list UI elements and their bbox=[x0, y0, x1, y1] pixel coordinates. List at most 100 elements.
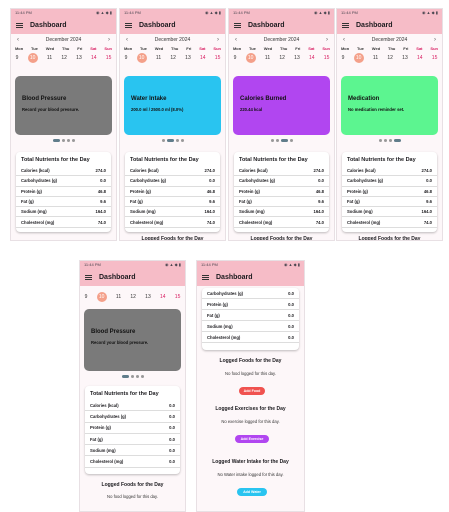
status-icons: ◉ ▲ ◆ ▮ bbox=[421, 10, 438, 15]
weekday-row: Mon Tue Wed Thu Fri Sat Sun bbox=[337, 45, 442, 52]
nutrient-value: 46.8 bbox=[206, 188, 215, 194]
nutrient-row: Sodium (mg) 164.0 bbox=[125, 207, 220, 218]
nutrient-label: Calories (kcal) bbox=[90, 402, 119, 408]
weekday-label: Mon bbox=[14, 46, 24, 51]
nutrient-value: 0.0 bbox=[169, 425, 175, 431]
weekday-label: Tue bbox=[249, 46, 256, 51]
date-item[interactable]: 15 bbox=[324, 55, 330, 61]
date-item[interactable]: 9 bbox=[125, 55, 128, 61]
app-title: Dashboard bbox=[356, 22, 393, 29]
chevron-left-icon[interactable]: ‹ bbox=[126, 37, 128, 43]
date-item[interactable]: 13 bbox=[294, 55, 300, 61]
nutrient-value: 46.8 bbox=[315, 188, 324, 194]
nutrient-row: Carbohydrates (g) 0.0 bbox=[202, 288, 299, 299]
nutrients-card: Total Nutrients for the Day Calories (kca… bbox=[342, 152, 437, 232]
date-item[interactable]: 15 bbox=[175, 294, 181, 300]
summary-banner[interactable]: Blood Pressure Record your blood pressure… bbox=[15, 76, 112, 135]
date-row: 9 10 11 12 13 14 15 bbox=[11, 52, 116, 64]
add-water-button[interactable]: Add Water bbox=[237, 488, 267, 496]
date-item[interactable]: 12 bbox=[279, 55, 285, 61]
indicator-dot bbox=[71, 139, 75, 142]
add-food-button[interactable]: Add Food bbox=[239, 387, 265, 395]
date-item[interactable]: 12 bbox=[170, 55, 176, 61]
logged-water-title: Logged Water Intake for the Day bbox=[212, 459, 289, 465]
date-item[interactable]: 13 bbox=[145, 294, 151, 300]
date-item[interactable]: 11 bbox=[47, 55, 52, 61]
month-selector: ‹ December 2024 › bbox=[120, 34, 225, 45]
date-item[interactable]: 12 bbox=[130, 294, 136, 300]
chevron-left-icon[interactable]: ‹ bbox=[343, 37, 345, 43]
nutrient-label: Carbohydrates (g) bbox=[90, 413, 127, 419]
weekday-label: Mon bbox=[123, 46, 133, 51]
menu-icon[interactable] bbox=[234, 23, 241, 28]
summary-banner[interactable]: Water Intake 200.0 ml / 2500.0 ml (8.0%) bbox=[124, 76, 221, 135]
date-item[interactable]: 12 bbox=[387, 55, 393, 61]
chevron-right-icon[interactable]: › bbox=[217, 37, 219, 43]
app-title: Dashboard bbox=[99, 274, 136, 281]
logged-foods-title: Logged Foods for the Day bbox=[219, 358, 282, 364]
date-item[interactable]: 9 bbox=[342, 55, 345, 61]
nutrient-value: 0.0 bbox=[288, 334, 294, 340]
date-item[interactable]: 14 bbox=[160, 294, 166, 300]
date-row: 9 10 11 12 13 14 15 bbox=[229, 52, 334, 64]
weekday-label: Tue bbox=[357, 46, 364, 51]
indicator-dot bbox=[180, 139, 184, 142]
page-indicator bbox=[52, 139, 75, 142]
date-item[interactable]: 14 bbox=[417, 55, 423, 61]
add-exercise-button[interactable]: Add Exercise bbox=[235, 435, 269, 443]
app-title: Dashboard bbox=[139, 22, 176, 29]
nutrient-label: Sodium (mg) bbox=[90, 447, 116, 453]
date-item[interactable]: 13 bbox=[185, 55, 191, 61]
app-bar: Dashboard bbox=[197, 269, 304, 286]
phone-screen: 11:44 PM ◉ ▲ ◆ ▮ Dashboard ‹ December 2024 › M… bbox=[10, 8, 117, 241]
date-item[interactable]: 11 bbox=[265, 55, 270, 61]
nutrient-value: 9.6 bbox=[100, 199, 106, 205]
date-item[interactable]: 11 bbox=[156, 55, 161, 61]
date-item[interactable]: 15 bbox=[432, 55, 438, 61]
date-item[interactable]: 10 bbox=[27, 53, 38, 63]
date-item[interactable]: 14 bbox=[309, 55, 315, 61]
status-icons: ◉ ▲ ◆ ▮ bbox=[164, 262, 181, 267]
date-item[interactable]: 14 bbox=[200, 55, 206, 61]
date-item[interactable]: 13 bbox=[76, 55, 82, 61]
chevron-left-icon[interactable]: ‹ bbox=[17, 37, 19, 43]
summary-banner[interactable]: Medication No medication reminder set. bbox=[341, 76, 438, 135]
month-label: December 2024 bbox=[371, 36, 408, 43]
menu-icon[interactable] bbox=[16, 23, 23, 28]
summary-banner[interactable]: Blood Pressure Record your blood pressure… bbox=[84, 309, 181, 371]
date-item[interactable]: 9 bbox=[85, 294, 88, 300]
date-item[interactable]: 15 bbox=[106, 55, 112, 61]
chevron-left-icon[interactable]: ‹ bbox=[235, 37, 237, 43]
banner-subtitle: 200.0 ml / 2500.0 ml (8.0%) bbox=[131, 107, 184, 112]
date-item[interactable]: 10 bbox=[245, 53, 256, 63]
indicator-dot bbox=[61, 139, 65, 142]
date-item[interactable]: 10 bbox=[353, 53, 364, 63]
date-item[interactable]: 9 bbox=[234, 55, 237, 61]
date-item[interactable]: 13 bbox=[402, 55, 408, 61]
date-item[interactable]: 12 bbox=[61, 55, 67, 61]
menu-icon[interactable] bbox=[85, 275, 92, 280]
date-item[interactable]: 11 bbox=[373, 55, 378, 61]
date-item[interactable]: 15 bbox=[215, 55, 221, 61]
nutrient-value: 0.0 bbox=[209, 178, 215, 184]
menu-icon[interactable] bbox=[125, 23, 132, 28]
nutrient-row: Protein (g) 0.0 bbox=[85, 423, 180, 434]
status-icons: ◉ ▲ ◆ ▮ bbox=[283, 262, 300, 267]
nutrient-value: 164.0 bbox=[421, 209, 432, 215]
menu-icon[interactable] bbox=[202, 275, 209, 280]
date-item[interactable]: 10 bbox=[96, 292, 107, 302]
menu-icon[interactable] bbox=[342, 23, 349, 28]
banner-title: Blood Pressure bbox=[22, 96, 67, 102]
nutrient-value: 0.0 bbox=[169, 459, 175, 465]
chevron-right-icon[interactable]: › bbox=[108, 37, 110, 43]
date-item[interactable]: 10 bbox=[136, 53, 147, 63]
nutrient-row: Protein (g) 46.8 bbox=[125, 187, 220, 197]
chevron-right-icon[interactable]: › bbox=[326, 37, 328, 43]
date-item[interactable]: 9 bbox=[16, 55, 19, 61]
chevron-right-icon[interactable]: › bbox=[434, 37, 436, 43]
date-item[interactable]: 14 bbox=[91, 55, 97, 61]
summary-banner[interactable]: Calories Burned 220.44 kcal bbox=[233, 76, 330, 135]
weekday-label: Wed bbox=[45, 46, 55, 51]
date-item[interactable]: 11 bbox=[116, 294, 121, 300]
nutrient-row: Sodium (mg) 164.0 bbox=[342, 207, 437, 218]
